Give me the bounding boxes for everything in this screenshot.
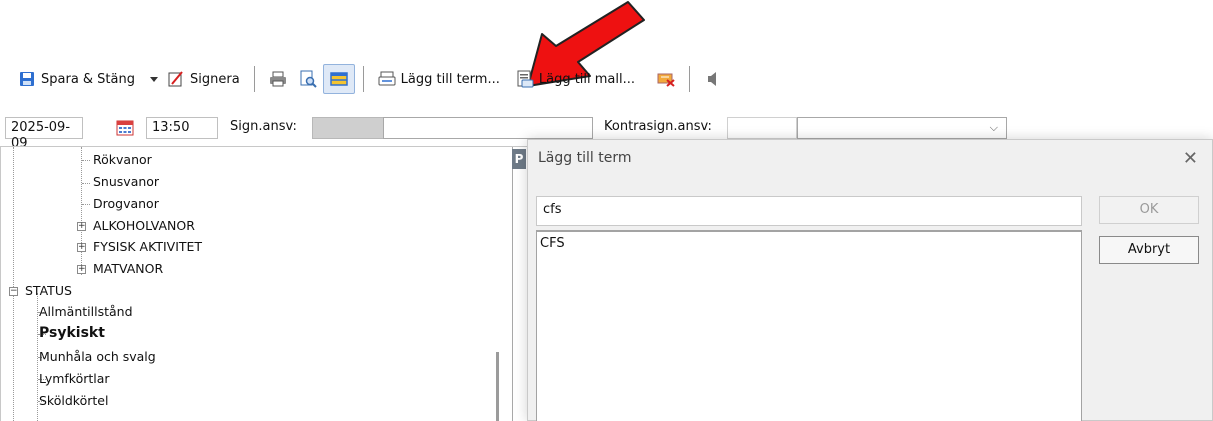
panel-tab[interactable]: P — [512, 149, 526, 169]
close-icon[interactable]: ✕ — [1183, 148, 1198, 169]
save-dropdown-toggle[interactable] — [147, 64, 161, 94]
pen-sign-icon — [167, 70, 185, 88]
expand-icon[interactable]: + — [77, 265, 86, 274]
tree-item[interactable]: Rökvanor — [93, 151, 152, 169]
cosign-responsible-label: Kontrasign.ansv: — [604, 119, 712, 134]
add-template-icon — [516, 70, 534, 88]
ok-button[interactable]: OK — [1099, 196, 1199, 224]
collapse-icon[interactable]: − — [9, 287, 18, 296]
print-button[interactable] — [263, 64, 293, 94]
tree-item[interactable]: Munhåla och svalg — [39, 348, 156, 366]
sign-responsible-label: Sign.ansv: — [230, 119, 297, 134]
print-preview-button[interactable] — [293, 64, 323, 94]
print-preview-icon — [299, 70, 317, 88]
chevron-down-icon: ⌵ — [989, 121, 998, 134]
tree-item[interactable]: Drogvanor — [93, 195, 159, 213]
speaker-icon — [704, 70, 722, 88]
time-field[interactable]: 13:50 — [146, 117, 218, 139]
cosign-responsible-select[interactable]: ⌵ — [797, 117, 1007, 139]
tree-item[interactable]: Snusvanor — [93, 173, 159, 191]
tree-item[interactable]: MATVANOR — [93, 260, 163, 278]
save-close-button[interactable]: Spara & Stäng — [12, 64, 141, 94]
toolbar-separator — [689, 66, 691, 92]
floppy-disk-icon — [18, 70, 36, 88]
add-term-label: Lägg till term... — [400, 71, 500, 87]
sign-row: 2025-09-09 13:50 Sign.ansv: Kontrasign.a… — [0, 112, 1213, 151]
layout-toggle-button[interactable] — [322, 64, 355, 94]
date-field[interactable]: 2025-09-09 — [5, 117, 83, 151]
tree-item[interactable]: Sköldkörtel — [39, 392, 108, 410]
toolbar-separator — [362, 66, 364, 92]
add-term-button[interactable]: Lägg till term... — [372, 64, 506, 94]
dialog-title: Lägg till term — [538, 150, 632, 166]
eraser-delete-icon — [657, 70, 675, 88]
sign-label: Signera — [190, 71, 240, 87]
tree-item[interactable]: Lymfkörtlar — [39, 370, 110, 388]
sound-button[interactable] — [698, 64, 728, 94]
cosign-responsible-field[interactable] — [727, 117, 797, 139]
sign-button[interactable]: Signera — [161, 64, 246, 94]
toolbar: Spara & Stäng Signera Lägg till term... … — [12, 62, 728, 96]
panel-layout-icon — [329, 70, 348, 88]
add-template-label: Lägg till mall... — [538, 71, 636, 87]
tree-item[interactable]: FYSISK AKTIVITET — [93, 238, 202, 256]
add-template-button[interactable]: Lägg till mall... — [510, 64, 641, 94]
calendar-icon[interactable] — [116, 120, 134, 136]
add-term-icon — [378, 70, 396, 88]
toolbar-separator — [253, 66, 255, 92]
term-results-list[interactable]: CFS — [536, 230, 1082, 421]
list-item[interactable]: CFS — [540, 236, 1078, 251]
add-term-dialog: Lägg till term ✕ cfs CFS OK Avbryt — [527, 139, 1213, 421]
journal-tree: Rökvanor Snusvanor Drogvanor + ALKOHOLVA… — [0, 147, 512, 421]
content-panel-edge — [512, 147, 522, 421]
expand-icon[interactable]: + — [77, 222, 86, 231]
tree-item[interactable]: STATUS — [25, 282, 72, 300]
term-search-input[interactable]: cfs — [536, 196, 1082, 226]
tree-item[interactable]: ALKOHOLVANOR — [93, 217, 195, 235]
printer-icon — [269, 70, 287, 88]
sign-responsible-dropdown[interactable] — [383, 117, 593, 139]
tree-item-selected[interactable]: Psykiskt — [39, 324, 105, 342]
save-close-label: Spara & Stäng — [41, 71, 135, 87]
cancel-button[interactable]: Avbryt — [1099, 236, 1199, 264]
expand-icon[interactable]: + — [77, 243, 86, 252]
remove-button[interactable] — [651, 64, 681, 94]
tree-item[interactable]: Allmäntillstånd — [39, 303, 133, 321]
tree-scrollbar[interactable] — [496, 352, 499, 421]
